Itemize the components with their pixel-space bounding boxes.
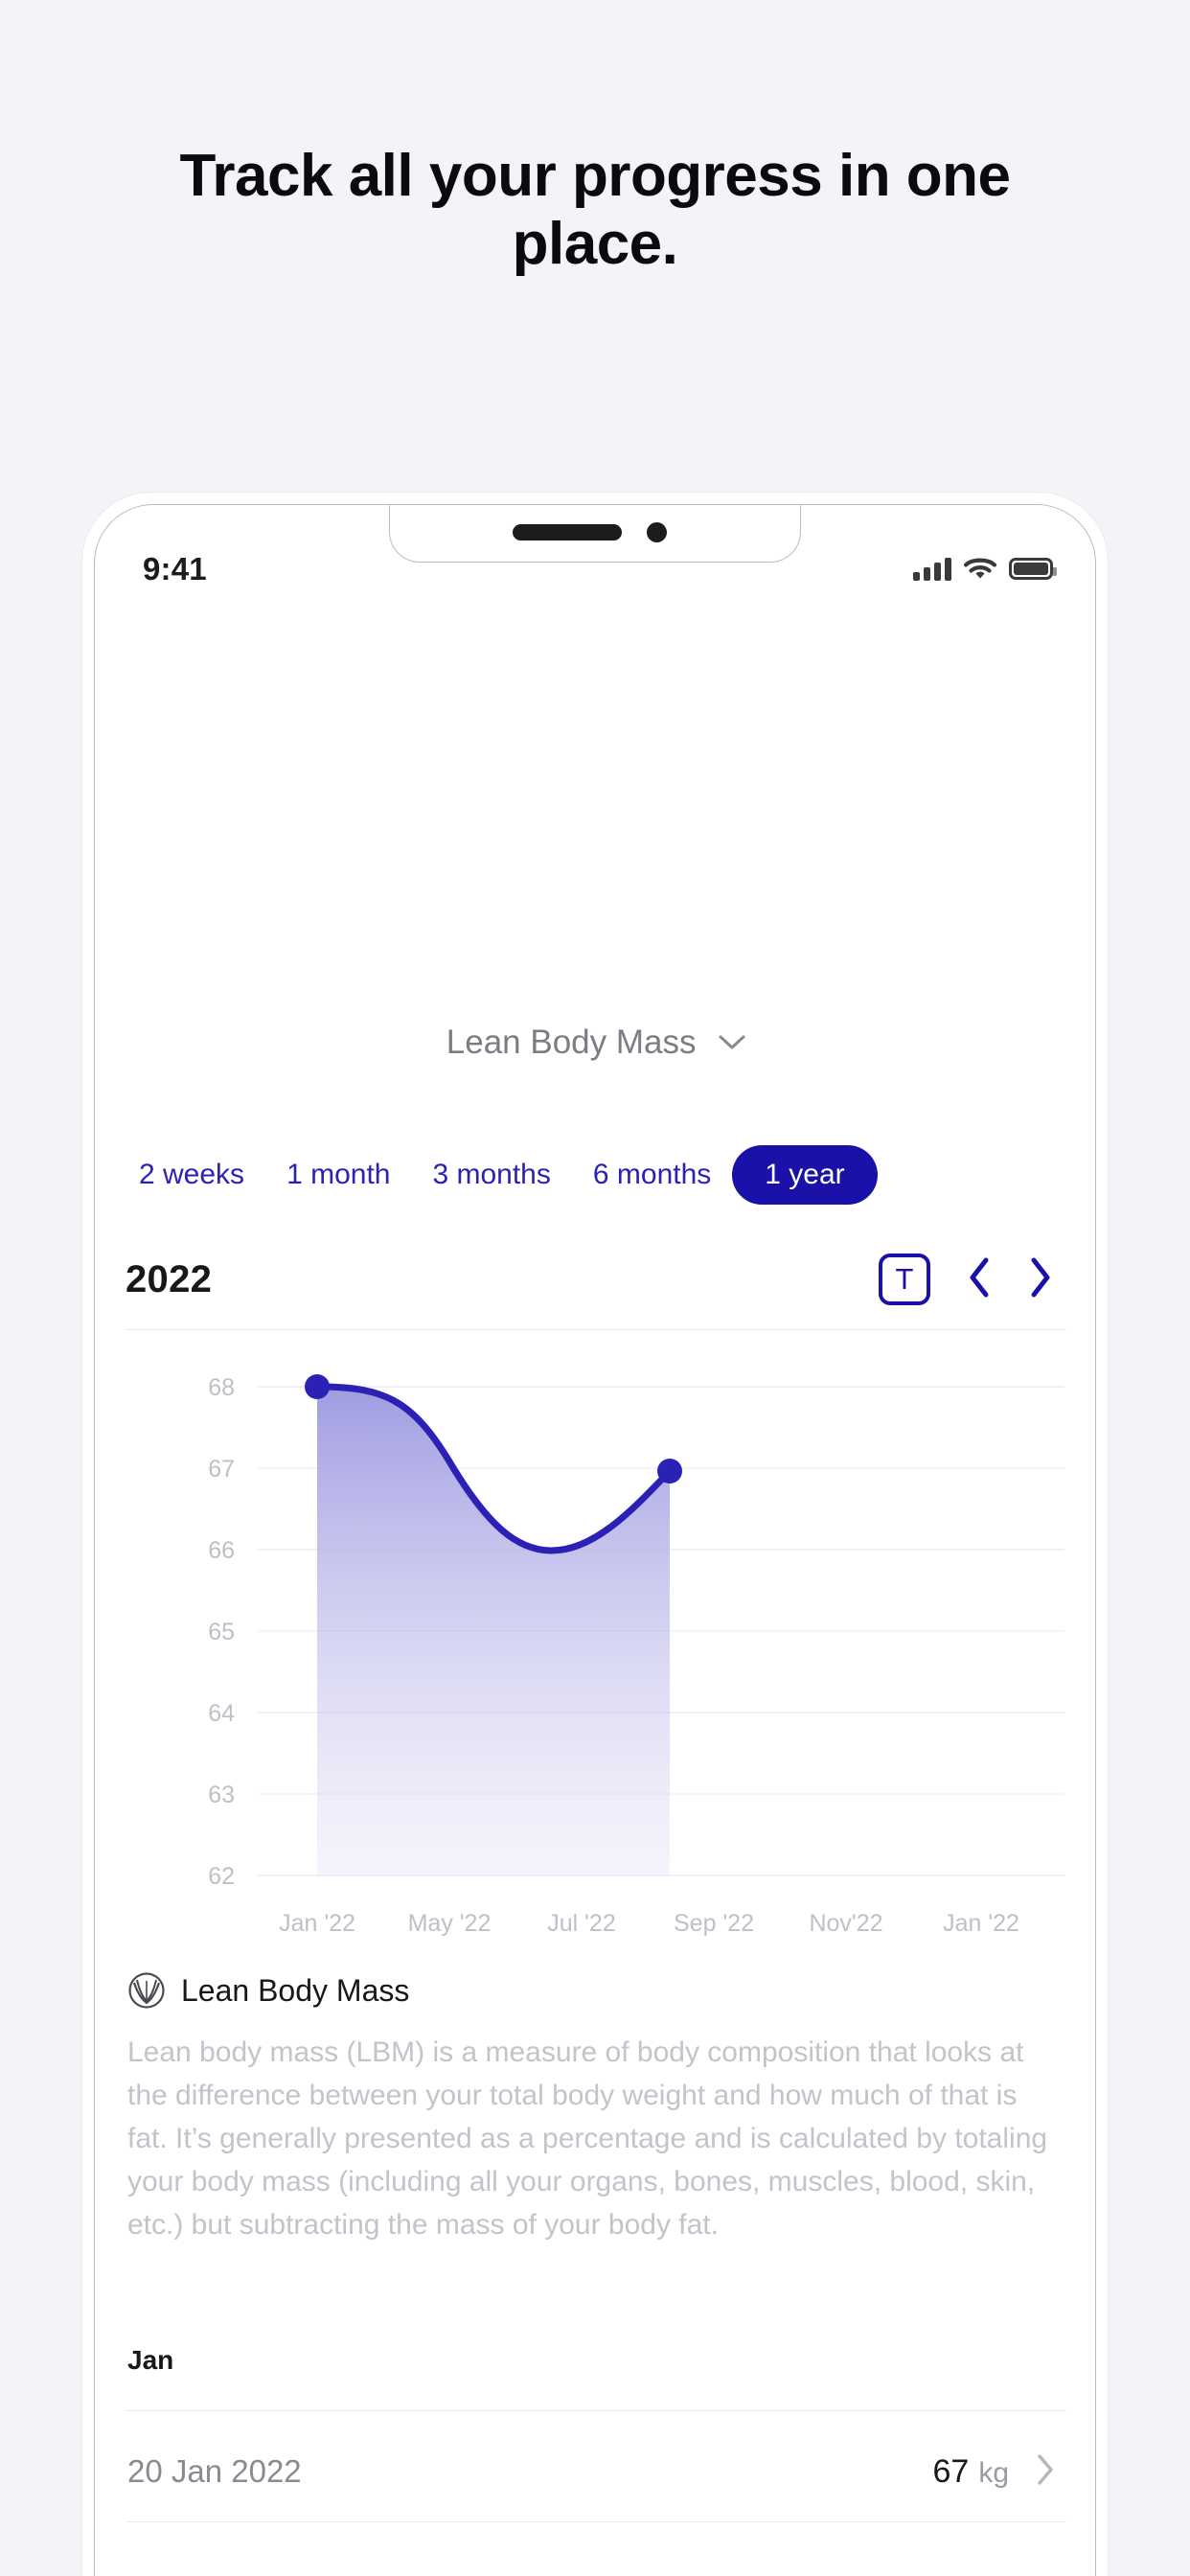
lean-body-mass-chart[interactable]: 68 67 66 65 64 63 62 Jan '22 May '22 Jul… [95,1348,1095,1937]
status-icons [913,557,1057,581]
info-description: Lean body mass (LBM) is a measure of bod… [127,2036,1048,2241]
divider [126,2410,1066,2411]
cellular-signal-icon [913,557,951,581]
chevron-left-icon[interactable] [967,1256,992,1303]
svg-text:Jul '22: Jul '22 [547,1910,615,1937]
svg-text:Jan '22: Jan '22 [279,1910,355,1937]
svg-text:May '22: May '22 [408,1910,492,1937]
svg-text:Nov'22: Nov'22 [809,1910,882,1937]
svg-text:66: 66 [208,1537,235,1564]
chart-y-axis-labels: 68 67 66 65 64 63 62 [208,1374,235,1890]
svg-text:65: 65 [208,1619,235,1645]
range-tab-1-month[interactable]: 1 month [265,1145,411,1205]
front-camera-icon [647,522,667,542]
range-tab-3-months[interactable]: 3 months [411,1145,571,1205]
entry-value: 67 [932,2452,970,2490]
svg-text:62: 62 [208,1863,235,1890]
phone-notch [389,505,801,563]
entry-date: 20 Jan 2022 [127,2453,302,2489]
text-view-button-label: T [895,1262,914,1296]
earpiece-speaker-icon [513,524,622,540]
year-actions: T [879,1254,1053,1305]
chevron-right-icon[interactable] [1036,2453,1055,2491]
entry-unit: kg [978,2456,1009,2489]
info-block: Lean Body Mass Lean body mass (LBM) is a… [95,1971,1095,2246]
year-label: 2022 [126,1257,213,1300]
range-tab-6-months[interactable]: 6 months [572,1145,732,1205]
chevron-down-icon[interactable] [719,1021,745,1059]
wifi-icon [964,558,996,579]
year-navigation-row: 2022 T [95,1235,1095,1323]
text-view-button[interactable]: T [879,1254,930,1305]
lean-body-mass-icon [128,1972,165,2009]
chart-area-fill [317,1387,670,1875]
status-time: 9:41 [143,551,207,586]
svg-text:67: 67 [208,1456,235,1483]
chevron-right-icon[interactable] [1028,1256,1053,1303]
range-tab-2-weeks[interactable]: 2 weeks [118,1145,265,1205]
entry-measurement: 67 kg [932,2453,1055,2491]
svg-text:Sep '22: Sep '22 [674,1910,754,1937]
info-header: Lean Body Mass [127,1971,1064,2010]
divider [126,1329,1066,1330]
page-title: Track all your progress in one place. [179,143,1011,278]
svg-text:63: 63 [208,1782,235,1808]
month-section-label: Jan [127,2345,174,2375]
phone-screen: 9:41 Lean Body Mass 2 weeks 1 month 3 mo… [94,504,1096,2576]
chart-point-end[interactable] [657,1459,682,1484]
chart-x-axis-labels: Jan '22 May '22 Jul '22 Sep '22 Nov'22 J… [279,1910,1019,1937]
svg-text:Jan '22: Jan '22 [943,1910,1019,1937]
range-tab-1-year[interactable]: 1 year [732,1145,878,1205]
divider [126,2521,1066,2522]
range-tabs: 2 weeks 1 month 3 months 6 months 1 year [95,1145,1095,1205]
info-title: Lean Body Mass [181,1972,410,2008]
chart-svg: 68 67 66 65 64 63 62 Jan '22 May '22 Jul… [208,1374,1064,1937]
svg-text:64: 64 [208,1700,235,1727]
screen-title: Lean Body Mass [446,1024,697,1061]
svg-text:68: 68 [208,1374,235,1401]
list-item[interactable]: 20 Jan 2022 67 kg [95,2422,1095,2521]
chart-point-start[interactable] [305,1374,330,1399]
promo-page: Track all your progress in one place. 9:… [0,0,1190,2576]
screen-title-row[interactable]: Lean Body Mass [95,1021,1095,1062]
phone-mockup: 9:41 Lean Body Mass 2 weeks 1 month 3 mo… [82,493,1108,2576]
battery-icon [1009,558,1057,580]
